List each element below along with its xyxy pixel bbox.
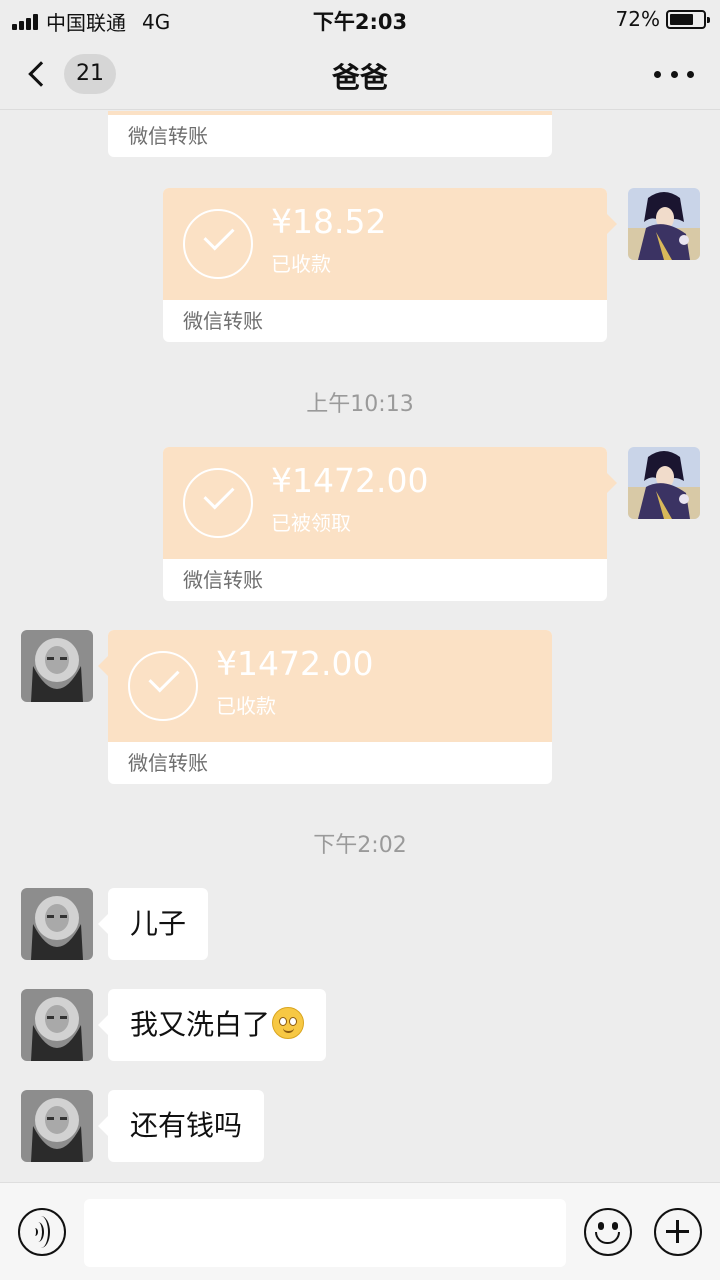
transfer-amount: ¥1472.00	[271, 461, 429, 500]
transfer-check-icon	[183, 209, 253, 279]
contact-avatar[interactable]	[21, 1090, 93, 1162]
transfer-status: 已被领取	[271, 511, 351, 535]
transfer-card-top: ¥1472.00 已收款	[98, 630, 552, 742]
transfer-label: 微信转账	[183, 568, 263, 592]
battery-icon	[666, 9, 710, 29]
more-dot-icon	[670, 70, 678, 78]
transfer-card-top: ¥18.52 已收款	[163, 188, 617, 300]
contact-avatar[interactable]	[21, 630, 93, 702]
transfer-card[interactable]: 微信转账	[108, 111, 552, 157]
transfer-amount: ¥18.52	[271, 202, 387, 241]
message-timestamp: 上午10:13	[306, 392, 414, 417]
transfer-label: 微信转账	[128, 751, 208, 775]
message-text: 儿子	[130, 907, 187, 940]
transfer-label: 微信转账	[128, 124, 208, 148]
status-bar: 中国联通 4G 下午2:03 72%	[0, 0, 720, 38]
transfer-label: 微信转账	[183, 309, 263, 333]
more-options-button[interactable]	[654, 60, 694, 88]
message-text: 我又洗白了	[130, 1008, 271, 1041]
contact-avatar[interactable]	[21, 989, 93, 1061]
bearded-man-portrait-icon	[21, 1090, 93, 1162]
bearded-man-portrait-icon	[21, 888, 93, 960]
voice-input-button[interactable]	[18, 1208, 66, 1256]
chat-title: 爸爸	[331, 61, 388, 94]
smiling-face-emoji-icon	[272, 1007, 305, 1039]
transfer-amount: ¥1472.00	[216, 644, 374, 683]
transfer-check-icon	[128, 651, 198, 721]
status-right: 72%	[615, 7, 710, 31]
more-dot-icon	[687, 70, 694, 78]
text-message-bubble[interactable]: 我又洗白了	[97, 989, 327, 1061]
transfer-card-top	[108, 111, 552, 115]
chat-area[interactable]: 微信转账 ¥18.52 已收款 微信转账 上午10:13 ¥1472.00 已被…	[0, 111, 720, 1182]
anime-character-avatar-icon	[628, 447, 700, 519]
message-text: 还有钱吗	[130, 1109, 243, 1142]
input-bar	[0, 1182, 720, 1280]
bearded-man-portrait-icon	[21, 630, 93, 702]
transfer-status: 已收款	[271, 252, 331, 276]
transfer-status: 已收款	[216, 694, 276, 718]
nav-bar: 21 爸爸	[0, 38, 720, 110]
anime-character-avatar-icon	[628, 188, 700, 260]
more-actions-button[interactable]	[654, 1208, 702, 1256]
transfer-card[interactable]: ¥18.52 已收款 微信转账	[163, 188, 617, 342]
bearded-man-portrait-icon	[21, 989, 93, 1061]
text-message-bubble[interactable]: 还有钱吗	[97, 1090, 265, 1162]
battery-percent: 72%	[615, 7, 660, 31]
message-input[interactable]	[84, 1199, 566, 1267]
text-message-bubble[interactable]: 儿子	[97, 888, 209, 960]
self-avatar[interactable]	[628, 188, 700, 260]
emoji-button[interactable]	[584, 1208, 632, 1256]
transfer-check-icon	[183, 468, 253, 538]
transfer-card-top: ¥1472.00 已被领取	[163, 447, 617, 559]
more-dot-icon	[654, 70, 661, 78]
transfer-card[interactable]: ¥1472.00 已收款 微信转账	[98, 630, 552, 784]
transfer-card[interactable]: ¥1472.00 已被领取 微信转账	[163, 447, 617, 601]
status-time: 下午2:03	[312, 10, 408, 34]
contact-avatar[interactable]	[21, 888, 93, 960]
message-timestamp: 下午2:02	[313, 833, 407, 858]
self-avatar[interactable]	[628, 447, 700, 519]
